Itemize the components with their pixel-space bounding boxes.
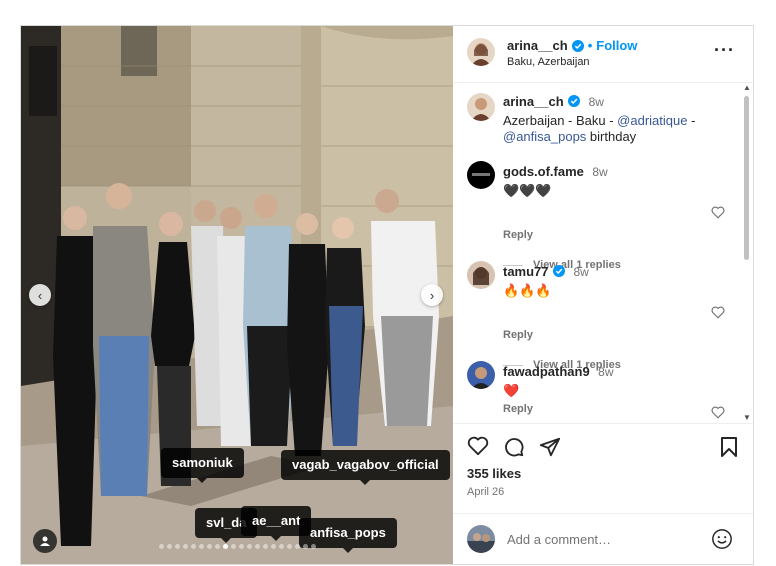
emoji-smiley-icon[interactable] (711, 528, 733, 550)
commenter-avatar[interactable] (467, 161, 495, 189)
scroll-down-arrow-icon[interactable]: ▼ (743, 414, 751, 422)
carousel-dot (167, 544, 172, 549)
commenter-avatar[interactable] (467, 261, 495, 289)
post-date: April 26 (467, 486, 505, 498)
show-tags-button[interactable] (33, 529, 57, 553)
add-comment-bar: Add a comment… (453, 513, 753, 565)
caption: arina__ch 8w Azerbaijan - Baku - @adriat… (503, 93, 733, 145)
user-icon (40, 536, 50, 546)
comments-list: arina__ch 8w Azerbaijan - Baku - @adriat… (453, 83, 753, 423)
previous-photo-button[interactable]: ‹ (29, 284, 51, 306)
follow-button[interactable]: Follow (596, 38, 637, 53)
carousel-dot (311, 544, 316, 549)
caption-text-3: birthday (586, 129, 637, 144)
add-comment-input[interactable]: Add a comment… (507, 532, 611, 547)
verified-badge-icon (571, 39, 584, 52)
comment-text: 🔥🔥🔥 (503, 283, 552, 298)
comment-item: gods.of.fame 8w 🖤🖤🖤 (503, 163, 608, 199)
chevron-right-icon: › (429, 287, 435, 303)
verified-badge-icon (552, 265, 565, 277)
caption-username[interactable]: arina__ch (503, 94, 564, 109)
next-photo-button[interactable]: › (421, 284, 443, 306)
carousel-dot (207, 544, 212, 549)
comment-item: fawadpathan9 8w ❤️ (503, 363, 613, 399)
more-options-icon[interactable]: ··· (714, 40, 735, 61)
carousel-dot (175, 544, 180, 549)
carousel-dot (199, 544, 204, 549)
carousel-dot (279, 544, 284, 549)
caption-avatar[interactable] (467, 93, 495, 121)
post-header: arina__ch • Follow Baku, Azerbaijan ··· (453, 26, 753, 83)
carousel-dot (159, 544, 164, 549)
mention-anfisa-pops[interactable]: @anfisa_pops (503, 129, 586, 144)
post-actions: 355 likes April 26 (453, 423, 753, 514)
verified-badge-icon (568, 95, 581, 107)
caption-text-2: - (687, 113, 696, 128)
carousel-dot (215, 544, 220, 549)
carousel-dot (255, 544, 260, 549)
author-avatar[interactable] (467, 38, 495, 66)
post-photo[interactable]: ‹ › samoniuk vagab_vagabov_official svl_… (21, 26, 453, 564)
carousel-dot (239, 544, 244, 549)
author-username[interactable]: arina__ch (507, 38, 568, 53)
carousel-dot (183, 544, 188, 549)
comment-username[interactable]: gods.of.fame (503, 164, 584, 179)
scrollbar-thumb[interactable] (744, 96, 749, 260)
carousel-dot (295, 544, 300, 549)
comments-scrollbar[interactable]: ▲ ▼ (743, 84, 751, 422)
current-user-avatar (467, 525, 495, 553)
share-paper-plane-icon[interactable] (539, 436, 561, 458)
comment-time: 8w (598, 365, 614, 379)
carousel-dot (263, 544, 268, 549)
like-heart-icon[interactable] (467, 436, 489, 456)
carousel-dot (247, 544, 252, 549)
mention-adriatique[interactable]: @adriatique (617, 113, 687, 128)
carousel-indicators (159, 544, 316, 549)
carousel-dot (231, 544, 236, 549)
comment-username[interactable]: fawadpathan9 (503, 364, 590, 379)
photo-scene (21, 26, 453, 564)
caption-time: 8w (588, 95, 604, 109)
location-link[interactable]: Baku, Azerbaijan (507, 56, 590, 68)
save-bookmark-icon[interactable] (719, 436, 739, 458)
reply-button[interactable]: Reply (503, 229, 533, 241)
commenter-avatar[interactable] (467, 361, 495, 389)
comment-text: ❤️ (503, 383, 520, 398)
reply-button[interactable]: Reply (503, 329, 533, 341)
carousel-dot (287, 544, 292, 549)
photo-tag-vagab[interactable]: vagab_vagabov_official (281, 450, 450, 485)
separator-dot: • (587, 38, 593, 53)
likes-count[interactable]: 355 likes (467, 466, 521, 481)
chevron-left-icon: ‹ (37, 287, 43, 303)
post-card: ‹ › samoniuk vagab_vagabov_official svl_… (20, 25, 754, 565)
carousel-dot (303, 544, 308, 549)
comment-text: 🖤🖤🖤 (503, 183, 552, 198)
carousel-dot (191, 544, 196, 549)
like-comment-heart-icon[interactable] (711, 206, 725, 219)
carousel-dot (223, 544, 228, 549)
caption-text-1: Azerbaijan - Baku - (503, 113, 618, 128)
comment-time: 8w (592, 165, 608, 179)
comment-item: tamu77 8w 🔥🔥🔥 (503, 263, 589, 299)
reply-button[interactable]: Reply (503, 403, 533, 415)
photo-tag-samoniuk[interactable]: samoniuk (161, 448, 244, 483)
like-comment-heart-icon[interactable] (711, 406, 725, 419)
comment-bubble-icon[interactable] (503, 436, 525, 458)
carousel-dot (271, 544, 276, 549)
post-sidebar: arina__ch • Follow Baku, Azerbaijan ··· … (453, 26, 753, 564)
comment-time: 8w (573, 265, 589, 279)
like-comment-heart-icon[interactable] (711, 306, 725, 319)
scroll-up-arrow-icon[interactable]: ▲ (743, 84, 751, 92)
comment-username[interactable]: tamu77 (503, 264, 549, 279)
